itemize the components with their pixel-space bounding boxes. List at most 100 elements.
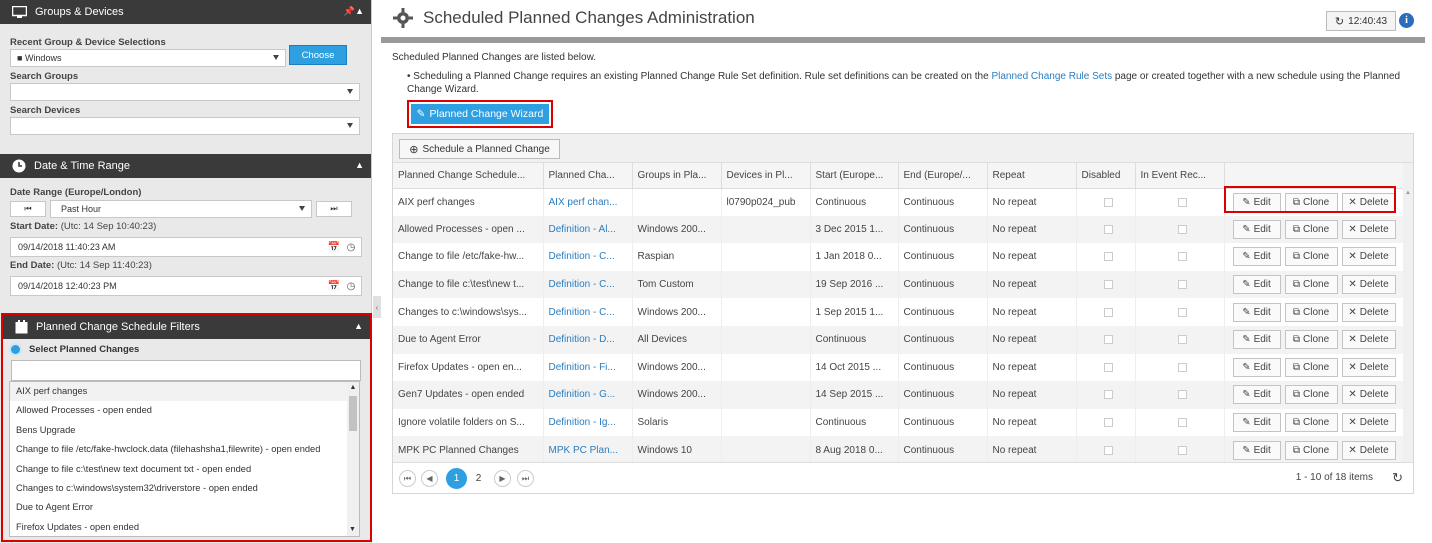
cell-definition[interactable]: Definition - Al... [543,215,633,244]
definition-link[interactable]: AIX perf chan... [549,197,618,208]
clone-button[interactable]: ⧉ Clone [1284,357,1338,377]
cell-definition[interactable]: Definition - Ig... [543,408,633,437]
edit-button[interactable]: ✎ Edit [1232,247,1281,267]
cell-definition[interactable]: Definition - C... [543,298,633,326]
clone-button[interactable]: ⧉ Clone [1284,275,1338,295]
edit-button[interactable]: ✎ Edit [1232,357,1281,377]
column-header[interactable]: Groups in Pla... [632,163,722,189]
filter-list-item[interactable]: Change to file c:\test\new text document… [10,460,359,479]
filter-list-item[interactable]: Bens Upgrade [10,421,359,440]
filter-list-item[interactable]: Due to Agent Error [10,498,359,517]
definition-link[interactable]: Definition - Ig... [549,417,616,428]
cell-definition[interactable]: MPK PC Plan... [543,436,633,464]
wizard-button[interactable]: ✎ Planned Change Wizard [411,104,549,124]
edit-button[interactable]: ✎ Edit [1232,330,1281,350]
table-row[interactable]: Changes to c:\windows\sys... Definition -… [393,298,1405,326]
cell-definition[interactable]: Definition - C... [543,243,633,271]
column-header[interactable]: End (Europe/... [898,163,988,189]
edit-button[interactable]: ✎ Edit [1232,413,1281,433]
search-groups-select[interactable] [10,83,360,101]
cell-definition[interactable]: Definition - D... [543,325,633,354]
table-row[interactable]: MPK PC Planned Changes MPK PC Plan... Wind… [393,436,1405,464]
collapse-icon[interactable]: ▲ [354,321,363,331]
definition-link[interactable]: MPK PC Plan... [549,445,618,456]
grid-scrollbar[interactable]: ▲ [1403,163,1413,465]
calendar-icon[interactable]: 📅 [327,240,341,254]
delete-button[interactable]: ✕ Delete [1341,330,1396,350]
rule-sets-link[interactable]: Planned Change Rule Sets [991,71,1112,82]
delete-button[interactable]: ✕ Delete [1341,413,1396,433]
filter-list-item[interactable]: Firefox Updates - open ended [10,518,359,536]
column-header[interactable]: In Event Rec... [1135,163,1225,189]
cell-definition[interactable]: AIX perf chan... [543,188,633,216]
delete-button[interactable]: ✕ Delete [1341,440,1396,460]
definition-link[interactable]: Definition - D... [549,334,615,345]
delete-button[interactable]: ✕ Delete [1341,357,1396,377]
clock-icon[interactable]: ◷ [344,279,358,293]
date-panel-header[interactable]: Date & Time Range ▲ [0,154,371,178]
clone-button[interactable]: ⧉ Clone [1284,247,1338,267]
clone-button[interactable]: ⧉ Clone [1284,440,1338,460]
table-row[interactable]: Allowed Processes - open ... Definition -… [393,215,1405,244]
filter-list-item[interactable]: AIX perf changes [10,382,359,402]
clone-button[interactable]: ⧉ Clone [1284,385,1338,405]
range-select[interactable]: Past Hour [50,200,312,218]
clone-button[interactable]: ⧉ Clone [1284,330,1338,350]
filter-list-item[interactable]: Allowed Processes - open ended [10,401,359,420]
column-header[interactable]: Start (Europe... [810,163,899,189]
edit-button[interactable]: ✎ Edit [1232,385,1281,405]
chevron-down-icon[interactable]: ▼ [349,526,356,533]
column-header[interactable]: Repeat [987,163,1077,189]
collapse-icon[interactable]: ▲ [355,160,364,170]
definition-link[interactable]: Definition - C... [549,307,615,318]
clone-button[interactable]: ⧉ Clone [1284,219,1338,239]
schedule-button[interactable]: ⊕ Schedule a Planned Change [399,139,560,159]
clock-icon[interactable]: ◷ [344,240,358,254]
prev-page-icon[interactable]: ◀ [421,470,438,487]
calendar-icon[interactable]: 📅 [327,279,341,293]
groups-panel-header[interactable]: Groups & Devices 📌▲ [0,0,371,24]
definition-link[interactable]: Definition - C... [549,279,615,290]
table-row[interactable]: Gen7 Updates - open ended Definition - G.… [393,381,1405,409]
table-row[interactable]: Ignore volatile folders on S... Definitio… [393,408,1405,437]
clone-button[interactable]: ⧉ Clone [1284,413,1338,433]
page-1[interactable]: 1 [446,468,467,489]
next-range-button[interactable]: ⏭ [316,201,352,217]
definition-link[interactable]: Definition - Al... [549,224,616,235]
end-date-input[interactable]: 09/14/2018 12:40:23 PM 📅 ◷ [10,276,362,296]
refresh-icon[interactable]: ↻ [1392,470,1403,486]
definition-link[interactable]: Definition - G... [549,389,616,400]
refresh-time-button[interactable]: ↻ 12:40:43 [1326,11,1396,31]
first-page-icon[interactable]: ⏮ [399,470,416,487]
delete-button[interactable]: ✕ Delete [1341,275,1396,295]
info-icon[interactable]: i [1399,13,1414,28]
table-row[interactable]: Firefox Updates - open en... Definition -… [393,353,1405,382]
cell-definition[interactable]: Definition - C... [543,270,633,299]
page-2[interactable]: 2 [470,470,487,487]
filter-list-item[interactable]: Changes to c:\windows\system32\driversto… [10,479,359,498]
delete-button[interactable]: ✕ Delete [1341,302,1396,322]
edit-button[interactable]: ✎ Edit [1232,440,1281,460]
filter-search-input[interactable] [11,360,361,381]
pin-icon[interactable]: 📌▲ [344,6,364,17]
column-header[interactable]: Planned Change Schedule... [393,163,544,189]
column-header[interactable]: Disabled [1076,163,1136,189]
filter-panel-header[interactable]: Planned Change Schedule Filters ▲ [3,315,370,339]
cell-definition[interactable]: Definition - Fi... [543,353,633,382]
last-page-icon[interactable]: ⏭ [517,470,534,487]
filter-list-item[interactable]: Change to file /etc/fake-hwclock.data (f… [10,440,359,459]
clone-button[interactable]: ⧉ Clone [1284,302,1338,322]
edit-button[interactable]: ✎ Edit [1232,302,1281,322]
delete-button[interactable]: ✕ Delete [1341,219,1396,239]
select-radio[interactable]: Select Planned Changes [3,339,370,360]
edit-button[interactable]: ✎ Edit [1232,219,1281,239]
delete-button[interactable]: ✕ Delete [1341,385,1396,405]
table-row[interactable]: Due to Agent Error Definition - D... All D… [393,325,1405,354]
choose-button[interactable]: Choose [289,45,347,65]
definition-link[interactable]: Definition - C... [549,251,615,262]
next-page-icon[interactable]: ▶ [494,470,511,487]
table-row[interactable]: Change to file c:\test\new t... Definitio… [393,270,1405,299]
column-header[interactable]: Planned Cha... [543,163,633,189]
column-header[interactable]: Devices in Pl... [721,163,811,189]
edit-button[interactable]: ✎ Edit [1232,275,1281,295]
